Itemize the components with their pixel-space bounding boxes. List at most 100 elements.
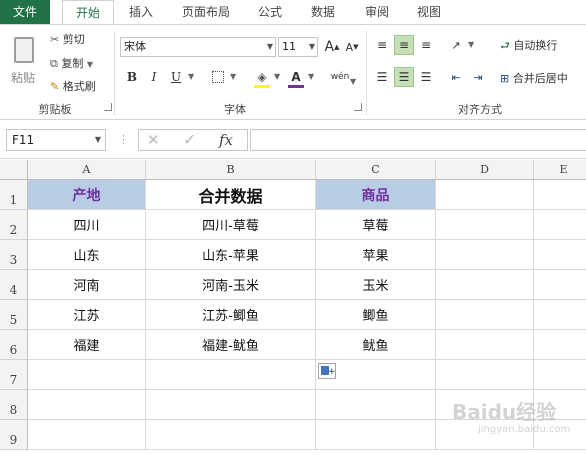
copy-button[interactable]: ⧉ 复制 ▼: [50, 55, 93, 71]
cell-c2[interactable]: 草莓: [316, 210, 436, 240]
cell-a9[interactable]: [28, 420, 146, 450]
cut-button[interactable]: ✂ 剪切: [50, 31, 85, 47]
cell-a8[interactable]: [28, 390, 146, 420]
cell-b1[interactable]: 合并数据: [146, 180, 316, 210]
cancel-icon[interactable]: ✕: [147, 131, 160, 149]
grow-font-button[interactable]: A ▲: [322, 37, 342, 57]
cell-d1[interactable]: [436, 180, 534, 210]
tab-formulas[interactable]: 公式: [248, 0, 292, 24]
underline-button[interactable]: U: [166, 67, 186, 87]
column-header-c[interactable]: C: [316, 160, 436, 180]
select-all-corner[interactable]: [0, 160, 28, 180]
cell-c3[interactable]: 苹果: [316, 240, 436, 270]
cell-a3[interactable]: 山东: [28, 240, 146, 270]
column-header-d[interactable]: D: [436, 160, 534, 180]
increase-indent-button[interactable]: ⇥: [468, 67, 488, 87]
chevron-down-icon[interactable]: ▼: [188, 72, 194, 81]
orientation-button[interactable]: ↗: [446, 35, 466, 55]
row-header-9[interactable]: 9: [0, 420, 28, 450]
merge-center-button[interactable]: ⊞ 合并后居中: [500, 70, 568, 86]
cell-a4[interactable]: 河南: [28, 270, 146, 300]
cell-c5[interactable]: 鲫鱼: [316, 300, 436, 330]
row-header-7[interactable]: 7: [0, 360, 28, 390]
tab-insert[interactable]: 插入: [118, 0, 164, 24]
formula-input[interactable]: [250, 129, 586, 151]
row-header-4[interactable]: 4: [0, 270, 28, 300]
phonetic-button[interactable]: wén: [328, 67, 352, 87]
row-header-8[interactable]: 8: [0, 390, 28, 420]
column-header-e[interactable]: E: [534, 160, 586, 180]
format-painter-button[interactable]: ✎ 格式刷: [50, 78, 96, 94]
cell-e4[interactable]: [534, 270, 586, 300]
cell-b4[interactable]: 河南-玉米: [146, 270, 316, 300]
cell-b5[interactable]: 江苏-鲫鱼: [146, 300, 316, 330]
row-header-3[interactable]: 3: [0, 240, 28, 270]
paste-button[interactable]: 粘贴: [8, 31, 42, 93]
row-header-1[interactable]: 1: [0, 180, 28, 210]
font-size-select[interactable]: 11 ▼: [278, 37, 318, 57]
font-name-select[interactable]: 宋体 ▼: [120, 37, 276, 57]
row-header-6[interactable]: 6: [0, 330, 28, 360]
cell-c9[interactable]: [316, 420, 436, 450]
cell-b7[interactable]: [146, 360, 316, 390]
cell-d6[interactable]: [436, 330, 534, 360]
cell-c6[interactable]: 鱿鱼: [316, 330, 436, 360]
cell-d5[interactable]: [436, 300, 534, 330]
cell-d2[interactable]: [436, 210, 534, 240]
cell-e6[interactable]: [534, 330, 586, 360]
cell-e1[interactable]: [534, 180, 586, 210]
paste-options-button[interactable]: +: [318, 363, 336, 379]
italic-button[interactable]: I: [144, 67, 164, 87]
align-middle-button[interactable]: ≡: [394, 35, 414, 55]
row-header-2[interactable]: 2: [0, 210, 28, 240]
cell-e5[interactable]: [534, 300, 586, 330]
bold-button[interactable]: B: [122, 67, 142, 87]
align-top-button[interactable]: ≡: [372, 35, 392, 55]
tab-data[interactable]: 数据: [300, 0, 346, 24]
column-header-a[interactable]: A: [28, 160, 146, 180]
font-color-button[interactable]: A: [286, 67, 306, 87]
enter-icon[interactable]: ✓: [183, 130, 196, 149]
chevron-down-icon[interactable]: ▼: [468, 40, 474, 49]
insert-function-button[interactable]: fx: [219, 131, 233, 149]
align-left-button[interactable]: ☰: [372, 67, 392, 87]
tab-file[interactable]: 文件: [0, 0, 50, 24]
tab-review[interactable]: 审阅: [354, 0, 400, 24]
cell-d4[interactable]: [436, 270, 534, 300]
tab-page-layout[interactable]: 页面布局: [172, 0, 240, 24]
cell-e7[interactable]: [534, 360, 586, 390]
clipboard-launcher-icon[interactable]: [104, 103, 112, 111]
name-box[interactable]: F11 ▼: [6, 129, 106, 151]
cell-d3[interactable]: [436, 240, 534, 270]
chevron-down-icon[interactable]: ▼: [350, 77, 356, 86]
cell-b8[interactable]: [146, 390, 316, 420]
align-right-button[interactable]: ☰: [416, 67, 436, 87]
chevron-down-icon[interactable]: ▼: [308, 72, 314, 81]
align-center-button[interactable]: ☰: [394, 67, 414, 87]
cell-c8[interactable]: [316, 390, 436, 420]
cell-a2[interactable]: 四川: [28, 210, 146, 240]
cell-b3[interactable]: 山东-苹果: [146, 240, 316, 270]
cell-b2[interactable]: 四川-草莓: [146, 210, 316, 240]
chevron-down-icon[interactable]: ▼: [230, 72, 236, 81]
borders-button[interactable]: [208, 67, 228, 87]
cell-d7[interactable]: [436, 360, 534, 390]
cell-a7[interactable]: [28, 360, 146, 390]
row-header-5[interactable]: 5: [0, 300, 28, 330]
column-header-b[interactable]: B: [146, 160, 316, 180]
cell-b9[interactable]: [146, 420, 316, 450]
chevron-down-icon[interactable]: ▼: [274, 72, 280, 81]
cell-c4[interactable]: 玉米: [316, 270, 436, 300]
tab-home[interactable]: 开始: [62, 0, 114, 24]
shrink-font-button[interactable]: A ▼: [342, 37, 362, 57]
cell-a5[interactable]: 江苏: [28, 300, 146, 330]
cell-a6[interactable]: 福建: [28, 330, 146, 360]
cell-c1[interactable]: 商品: [316, 180, 436, 210]
fill-color-button[interactable]: ◈: [252, 67, 272, 87]
tab-view[interactable]: 视图: [406, 0, 452, 24]
cell-e3[interactable]: [534, 240, 586, 270]
cell-a1[interactable]: 产地: [28, 180, 146, 210]
drag-handle-icon[interactable]: ⋮: [118, 133, 129, 146]
font-launcher-icon[interactable]: [354, 103, 362, 111]
align-bottom-button[interactable]: ≡: [416, 35, 436, 55]
